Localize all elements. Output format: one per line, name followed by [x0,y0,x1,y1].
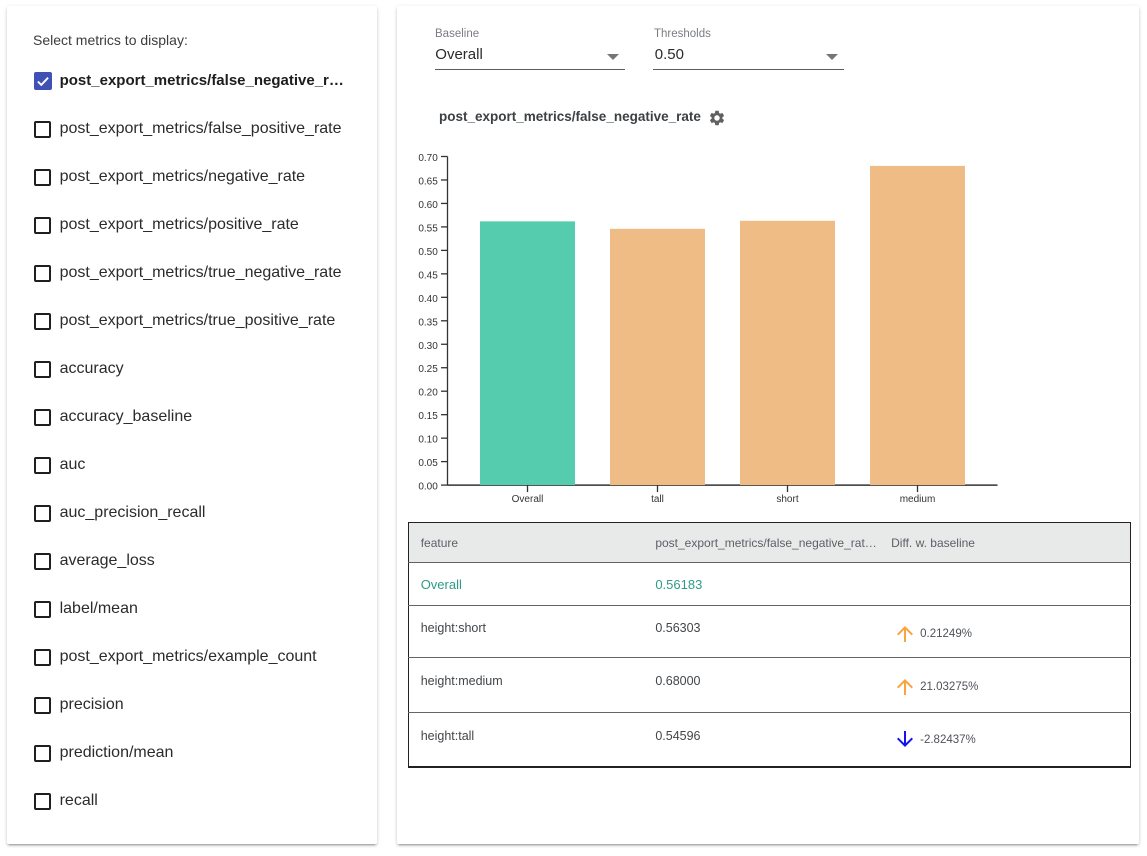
svg-text:0.05: 0.05 [418,458,438,469]
svg-text:0.00: 0.00 [418,482,438,493]
svg-text:0.10: 0.10 [418,435,438,446]
svg-text:tall: tall [651,494,664,505]
svg-text:0.20: 0.20 [418,388,438,399]
svg-text:0.55: 0.55 [418,223,438,234]
svg-text:0.30: 0.30 [418,341,438,352]
svg-text:0.65: 0.65 [418,176,438,187]
svg-text:short: short [776,494,798,505]
svg-text:0.70: 0.70 [418,153,438,164]
svg-text:0.25: 0.25 [418,364,438,375]
svg-text:0.60: 0.60 [418,200,438,211]
svg-text:0.35: 0.35 [418,317,438,328]
svg-text:Overall: Overall [512,494,544,505]
svg-text:medium: medium [900,494,936,505]
svg-text:0.45: 0.45 [418,270,438,281]
svg-text:0.50: 0.50 [418,247,438,258]
svg-text:0.15: 0.15 [418,411,438,422]
svg-text:0.40: 0.40 [418,294,438,305]
